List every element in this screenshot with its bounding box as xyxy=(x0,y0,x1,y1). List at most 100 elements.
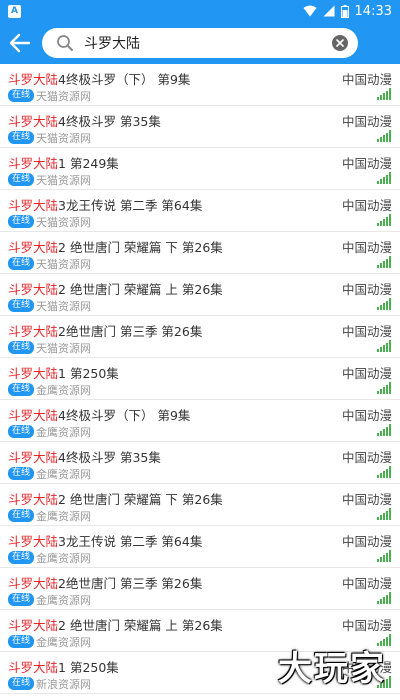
result-title: 斗罗大陆3龙王传说 第二季 第64集 xyxy=(8,195,202,214)
result-title-keyword: 斗罗大陆 xyxy=(8,156,59,171)
signal-strength-icon xyxy=(377,634,391,646)
result-title-keyword: 斗罗大陆 xyxy=(8,198,59,213)
result-title-rest: 2 绝世唐门 荣耀篇 下 第26集 xyxy=(58,240,223,255)
result-title: 斗罗大陆2绝世唐门 第三季 第26集 xyxy=(8,573,202,592)
list-item[interactable]: 斗罗大陆2 绝世唐门 荣耀篇 上 第26集 在线 天猫资源网 中国动漫 xyxy=(0,274,400,316)
cell-signal-icon xyxy=(323,5,335,17)
result-source: 天猫资源网 xyxy=(36,300,91,313)
result-category: 中国动漫 xyxy=(341,156,392,171)
online-badge: 在线 xyxy=(8,299,35,312)
online-badge: 在线 xyxy=(8,173,35,186)
result-title: 斗罗大陆4终极斗罗（下） 第9集 xyxy=(8,405,190,424)
result-title-rest: 2 绝世唐门 荣耀篇 上 第26集 xyxy=(58,618,223,633)
list-item[interactable]: 斗罗大陆2 绝世唐门 荣耀篇 上 第26集 在线 金鹰资源网 中国动漫 xyxy=(0,610,400,652)
result-title-rest: 2绝世唐门 第三季 第26集 xyxy=(58,576,203,591)
app-notification-icon: A xyxy=(8,4,21,18)
signal-strength-icon xyxy=(377,340,391,352)
result-category: 中国动漫 xyxy=(341,198,392,213)
clock-time: 14:33 xyxy=(354,3,392,19)
online-badge: 在线 xyxy=(8,341,35,354)
result-title: 斗罗大陆2 绝世唐门 荣耀篇 上 第26集 xyxy=(8,279,223,298)
result-category: 中国动漫 xyxy=(341,660,392,675)
signal-strength-icon xyxy=(377,592,391,604)
signal-strength-icon xyxy=(377,298,391,310)
list-item[interactable]: 斗罗大陆3龙王传说 第二季 第64集 在线 天猫资源网 中国动漫 xyxy=(0,190,400,232)
signal-strength-icon xyxy=(377,676,391,688)
result-title-keyword: 斗罗大陆 xyxy=(8,618,59,633)
result-category: 中国动漫 xyxy=(341,366,392,381)
status-bar: A 14:33 xyxy=(0,0,400,22)
result-title: 斗罗大陆4终极斗罗 第35集 xyxy=(8,447,161,466)
search-box[interactable] xyxy=(42,28,358,58)
result-title-rest: 4终极斗罗（下） 第9集 xyxy=(58,72,191,87)
result-category: 中国动漫 xyxy=(341,408,392,423)
signal-strength-icon xyxy=(377,214,391,226)
result-source: 金鹰资源网 xyxy=(36,426,91,439)
result-title: 斗罗大陆2绝世唐门 第三季 第26集 xyxy=(8,321,202,340)
online-badge: 在线 xyxy=(8,551,35,564)
result-title-rest: 4终极斗罗 第35集 xyxy=(58,114,161,129)
close-icon xyxy=(336,39,344,47)
result-title: 斗罗大陆1 第250集 xyxy=(8,363,119,382)
online-badge: 在线 xyxy=(8,215,35,228)
list-item[interactable]: 斗罗大陆2 绝世唐门 荣耀篇 下 第26集 在线 天猫资源网 中国动漫 xyxy=(0,232,400,274)
list-item[interactable]: 斗罗大陆2 绝世唐门 荣耀篇 下 第26集 在线 金鹰资源网 中国动漫 xyxy=(0,484,400,526)
online-badge: 在线 xyxy=(8,467,35,480)
arrow-left-icon xyxy=(9,33,31,53)
wifi-icon xyxy=(303,5,317,17)
result-source: 金鹰资源网 xyxy=(36,594,91,607)
result-title-keyword: 斗罗大陆 xyxy=(8,282,59,297)
list-item[interactable]: 斗罗大陆4终极斗罗 第35集 在线 金鹰资源网 中国动漫 xyxy=(0,442,400,484)
battery-icon xyxy=(340,4,349,18)
search-input[interactable] xyxy=(84,35,332,51)
result-category: 中国动漫 xyxy=(341,618,392,633)
result-title-keyword: 斗罗大陆 xyxy=(8,240,59,255)
result-title-rest: 4终极斗罗 第35集 xyxy=(58,450,161,465)
list-item[interactable]: 斗罗大陆4终极斗罗 第35集 在线 天猫资源网 中国动漫 xyxy=(0,106,400,148)
result-source: 金鹰资源网 xyxy=(36,384,91,397)
result-category: 中国动漫 xyxy=(341,114,392,129)
result-title: 斗罗大陆1 第250集 xyxy=(8,657,119,676)
result-category: 中国动漫 xyxy=(341,324,392,339)
result-title-keyword: 斗罗大陆 xyxy=(8,534,59,549)
signal-strength-icon xyxy=(377,256,391,268)
result-source: 天猫资源网 xyxy=(36,342,91,355)
online-badge: 在线 xyxy=(8,509,35,522)
result-source: 天猫资源网 xyxy=(36,258,91,271)
result-title: 斗罗大陆3龙王传说 第二季 第64集 xyxy=(8,531,202,550)
result-title-keyword: 斗罗大陆 xyxy=(8,324,59,339)
result-title: 斗罗大陆4终极斗罗（下） 第9集 xyxy=(8,69,190,88)
result-category: 中国动漫 xyxy=(341,576,392,591)
list-item[interactable]: 斗罗大陆2绝世唐门 第三季 第26集 在线 天猫资源网 中国动漫 xyxy=(0,316,400,358)
result-source: 天猫资源网 xyxy=(36,216,91,229)
online-badge: 在线 xyxy=(8,89,35,102)
list-item[interactable]: 斗罗大陆1 第250集 在线 新浪资源网 中国动漫 xyxy=(0,652,400,694)
result-title-keyword: 斗罗大陆 xyxy=(8,72,59,87)
result-category: 中国动漫 xyxy=(341,450,392,465)
result-title: 斗罗大陆2 绝世唐门 荣耀篇 上 第26集 xyxy=(8,615,223,634)
result-title-rest: 2绝世唐门 第三季 第26集 xyxy=(58,324,203,339)
list-item[interactable]: 斗罗大陆2绝世唐门 第三季 第26集 在线 金鹰资源网 中国动漫 xyxy=(0,568,400,610)
online-badge: 在线 xyxy=(8,635,35,648)
list-item[interactable]: 斗罗大陆3龙王传说 第二季 第64集 在线 金鹰资源网 中国动漫 xyxy=(0,526,400,568)
signal-strength-icon xyxy=(377,172,391,184)
list-item[interactable]: 斗罗大陆4终极斗罗（下） 第9集 在线 天猫资源网 中国动漫 xyxy=(0,64,400,106)
result-title: 斗罗大陆2 绝世唐门 荣耀篇 下 第26集 xyxy=(8,489,223,508)
list-item[interactable]: 斗罗大陆4终极斗罗（下） 第9集 在线 金鹰资源网 中国动漫 xyxy=(0,400,400,442)
result-title-keyword: 斗罗大陆 xyxy=(8,366,59,381)
result-title-rest: 2 绝世唐门 荣耀篇 下 第26集 xyxy=(58,492,223,507)
result-source: 金鹰资源网 xyxy=(36,468,91,481)
search-icon xyxy=(54,32,76,54)
online-badge: 在线 xyxy=(8,257,35,270)
back-button[interactable] xyxy=(0,22,40,64)
list-item[interactable]: 斗罗大陆1 第249集 在线 天猫资源网 中国动漫 xyxy=(0,148,400,190)
result-title-rest: 4终极斗罗（下） 第9集 xyxy=(58,408,191,423)
result-title: 斗罗大陆2 绝世唐门 荣耀篇 下 第26集 xyxy=(8,237,223,256)
list-item[interactable]: 斗罗大陆1 第250集 在线 金鹰资源网 中国动漫 xyxy=(0,358,400,400)
search-results-list: 斗罗大陆4终极斗罗（下） 第9集 在线 天猫资源网 中国动漫 斗罗大陆4终极斗罗 第35… xyxy=(0,64,400,694)
signal-strength-icon xyxy=(377,130,391,142)
clear-search-button[interactable] xyxy=(332,35,348,51)
result-title-keyword: 斗罗大陆 xyxy=(8,492,59,507)
online-badge: 在线 xyxy=(8,677,35,690)
online-badge: 在线 xyxy=(8,383,35,396)
